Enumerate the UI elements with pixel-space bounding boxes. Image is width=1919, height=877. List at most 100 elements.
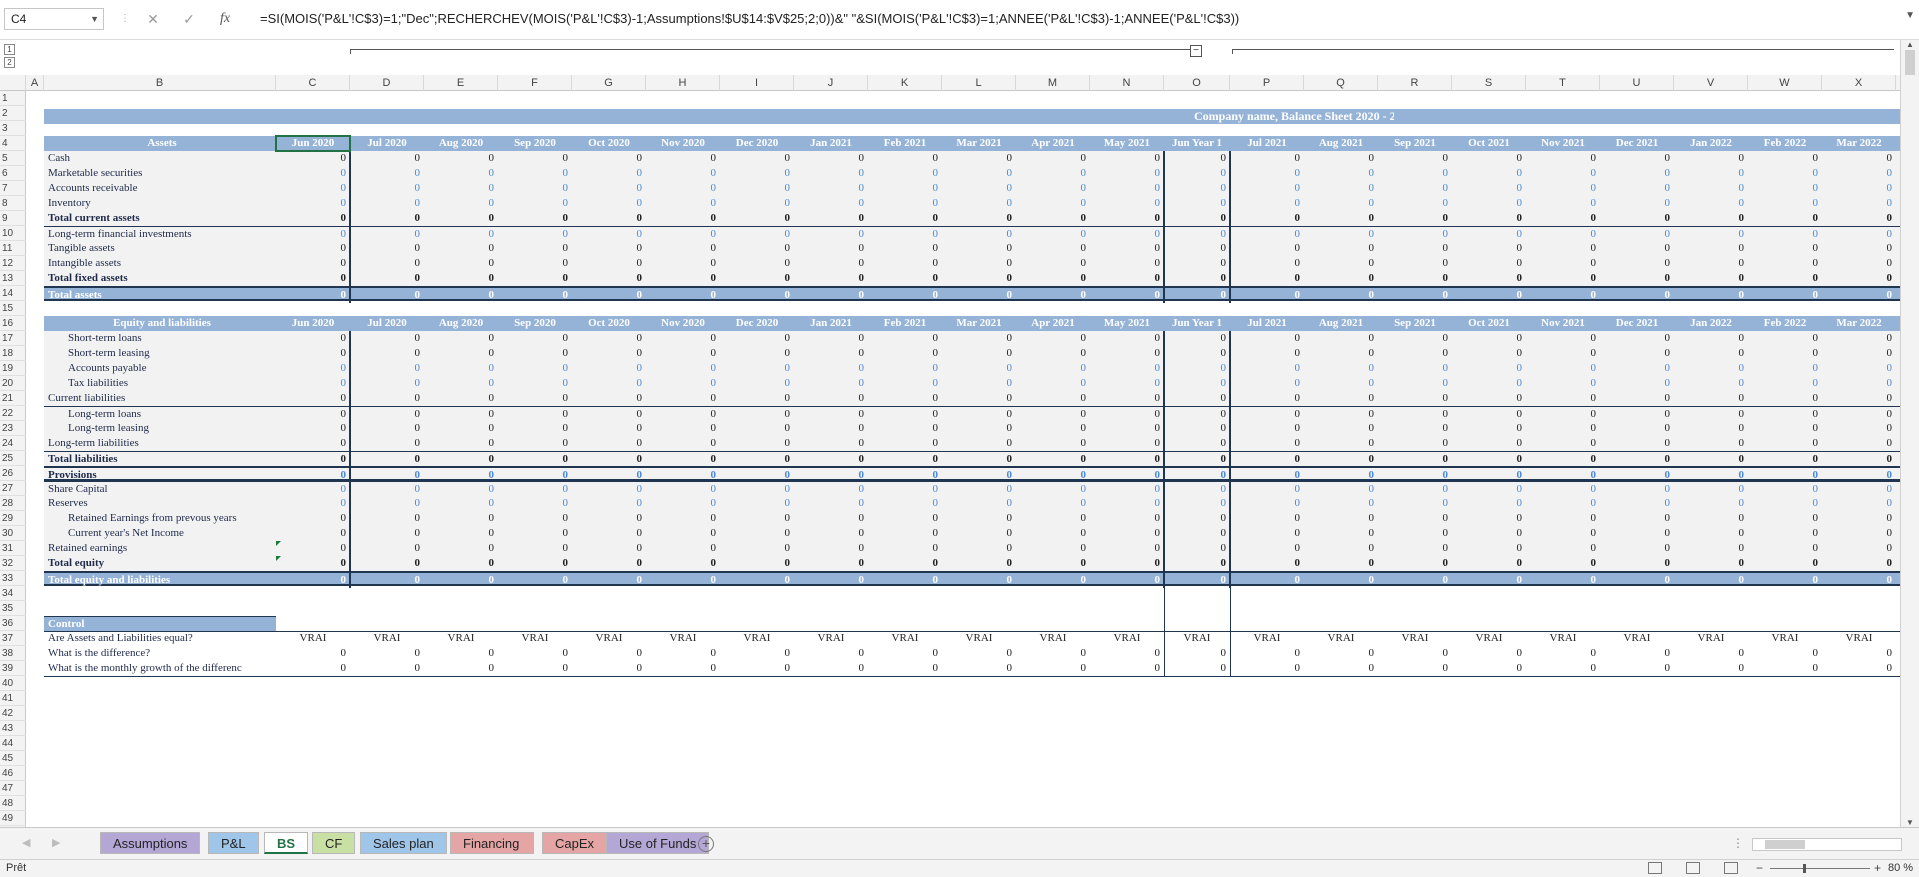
cell-value[interactable]: 0 [1674, 421, 1748, 436]
cell-value[interactable]: 0 [942, 436, 1016, 451]
row-header[interactable]: 6 [0, 166, 26, 181]
cell-value[interactable]: 0 [794, 646, 868, 661]
cell-value[interactable]: 0 [1526, 288, 1600, 303]
cell-value[interactable]: 0 [1164, 271, 1230, 286]
cell-value[interactable]: 0 [720, 227, 794, 242]
cell-value[interactable]: 0 [350, 541, 424, 556]
row-header[interactable]: 9 [0, 211, 26, 226]
cell-value[interactable]: 0 [1526, 196, 1600, 211]
cell-value[interactable]: 0 [720, 361, 794, 376]
cell-value[interactable]: 0 [942, 391, 1016, 406]
cell-value[interactable]: 0 [1600, 511, 1674, 526]
cell-value[interactable]: 0 [1378, 452, 1452, 467]
cell-value[interactable]: 0 [868, 526, 942, 541]
cell-value[interactable]: 0 [1452, 661, 1526, 676]
cell-value[interactable]: VRAI [572, 631, 646, 646]
cell-value[interactable]: 0 [1378, 376, 1452, 391]
cell-value[interactable]: 0 [720, 482, 794, 497]
cell-value[interactable]: 0 [1378, 646, 1452, 661]
cell-value[interactable]: 0 [1090, 151, 1164, 166]
cell-value[interactable]: 0 [720, 256, 794, 271]
cell-value[interactable]: 0 [1230, 661, 1304, 676]
cell-value[interactable]: 0 [572, 421, 646, 436]
spreadsheet-grid[interactable]: Company name, Balance Sheet 2020 - 2029 A… [26, 91, 1900, 827]
cell-value[interactable]: 0 [942, 482, 1016, 497]
cell-value[interactable]: 0 [498, 376, 572, 391]
cell-value[interactable]: 0 [1822, 196, 1896, 211]
column-header-h[interactable]: H [646, 75, 720, 91]
cell-value[interactable]: 0 [276, 646, 350, 661]
cell-value[interactable]: 0 [1016, 211, 1090, 226]
cell-value[interactable]: 0 [1016, 407, 1090, 422]
column-header-g[interactable]: G [572, 75, 646, 91]
cell-value[interactable]: 0 [1164, 361, 1230, 376]
cell-value[interactable]: 0 [1452, 346, 1526, 361]
cell-value[interactable]: 0 [350, 256, 424, 271]
cell-value[interactable]: 0 [1230, 496, 1304, 511]
cell-value[interactable]: 0 [1164, 646, 1230, 661]
cell-value[interactable]: 0 [1526, 346, 1600, 361]
cell-value[interactable]: 0 [1600, 181, 1674, 196]
row-header[interactable]: 25 [0, 451, 26, 466]
cell-value[interactable]: 0 [646, 196, 720, 211]
cell-value[interactable]: 0 [1600, 256, 1674, 271]
column-header-i[interactable]: I [720, 75, 794, 91]
cell-value[interactable]: 0 [1822, 241, 1896, 256]
cell-value[interactable]: 0 [646, 646, 720, 661]
cell-value[interactable]: 0 [1378, 288, 1452, 303]
cell-value[interactable]: 0 [1230, 288, 1304, 303]
cell-value[interactable]: 0 [1526, 482, 1600, 497]
cell-value[interactable]: 0 [868, 511, 942, 526]
column-header-e[interactable]: E [424, 75, 498, 91]
cell-value[interactable]: 0 [794, 556, 868, 571]
insert-function-icon[interactable]: fx [214, 8, 236, 30]
cell-value[interactable]: 0 [350, 196, 424, 211]
cell-value[interactable]: 0 [1230, 407, 1304, 422]
column-header-s[interactable]: S [1452, 75, 1526, 91]
row-header[interactable]: 21 [0, 391, 26, 406]
cell-value[interactable]: 0 [942, 227, 1016, 242]
cell-value[interactable]: VRAI [350, 631, 424, 646]
cell-value[interactable]: 0 [1452, 331, 1526, 346]
cell-value[interactable]: VRAI [498, 631, 572, 646]
zoom-slider-thumb[interactable] [1803, 864, 1806, 873]
cell-value[interactable]: 0 [276, 496, 350, 511]
column-header-j[interactable]: J [794, 75, 868, 91]
cell-value[interactable]: 0 [1230, 346, 1304, 361]
tab-use-of-funds[interactable]: Use of Funds [606, 832, 710, 854]
cell-value[interactable]: 0 [1016, 452, 1090, 467]
cell-value[interactable]: 0 [1600, 346, 1674, 361]
cell-value[interactable]: 0 [424, 331, 498, 346]
column-header-l[interactable]: L [942, 75, 1016, 91]
cell-value[interactable]: 0 [646, 496, 720, 511]
row-header[interactable]: 31 [0, 541, 26, 556]
cell-value[interactable]: 0 [1526, 541, 1600, 556]
row-header[interactable]: 46 [0, 766, 26, 781]
row-header[interactable]: 3 [0, 121, 26, 136]
cell-value[interactable]: 0 [942, 541, 1016, 556]
cell-value[interactable]: 0 [646, 346, 720, 361]
cell-value[interactable]: 0 [1090, 496, 1164, 511]
cell-value[interactable]: 0 [794, 346, 868, 361]
confirm-icon[interactable]: ✓ [178, 8, 200, 30]
cell-value[interactable]: 0 [498, 407, 572, 422]
page-break-view-icon[interactable] [1724, 862, 1738, 874]
cell-value[interactable]: 0 [276, 661, 350, 676]
cell-value[interactable]: 0 [868, 661, 942, 676]
cell-value[interactable]: 0 [1748, 496, 1822, 511]
cell-value[interactable]: 0 [276, 407, 350, 422]
cell-value[interactable]: 0 [572, 496, 646, 511]
cell-value[interactable]: 0 [794, 181, 868, 196]
cell-value[interactable]: 0 [424, 256, 498, 271]
cell-value[interactable]: 0 [646, 181, 720, 196]
cell-value[interactable]: 0 [646, 211, 720, 226]
cell-value[interactable]: 0 [1378, 256, 1452, 271]
cell-value[interactable]: VRAI [1526, 631, 1600, 646]
cell-value[interactable]: 0 [794, 376, 868, 391]
cell-value[interactable]: 0 [1748, 346, 1822, 361]
cell-value[interactable]: 0 [868, 151, 942, 166]
next-sheet-icon[interactable]: ▶ [52, 836, 60, 849]
cell-value[interactable]: 0 [424, 526, 498, 541]
cell-value[interactable]: 0 [720, 271, 794, 286]
cell-value[interactable]: 0 [1016, 541, 1090, 556]
